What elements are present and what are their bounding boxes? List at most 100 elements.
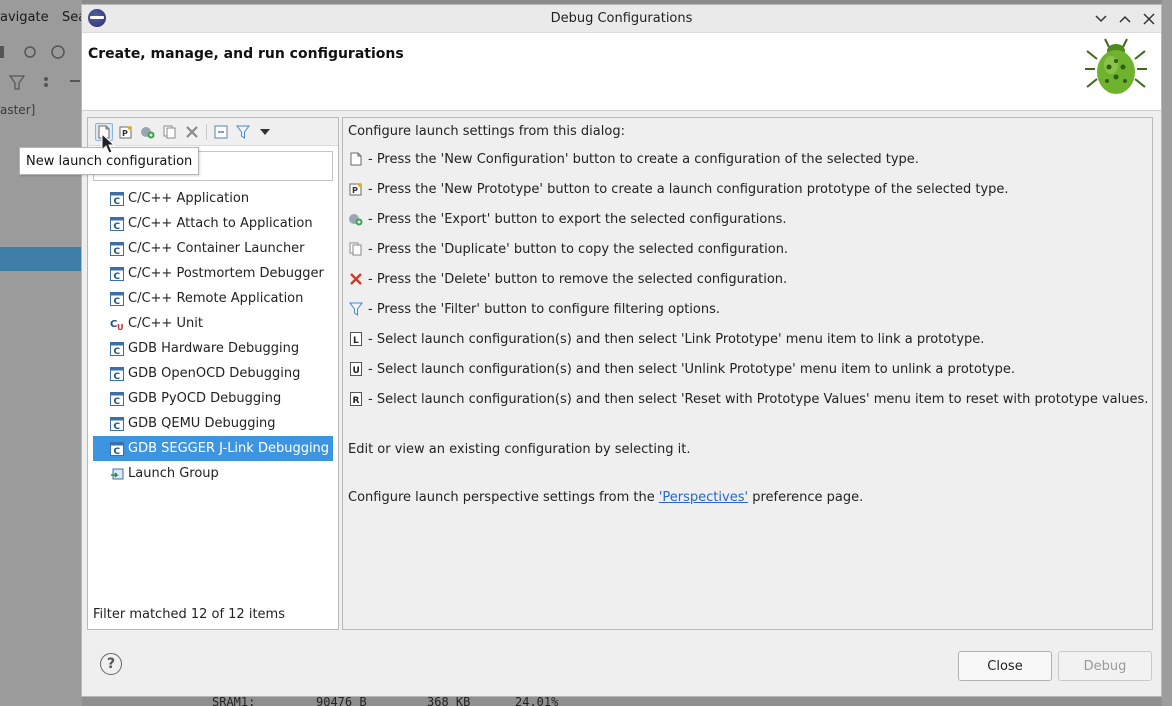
tree-item-label: GDB OpenOCD Debugging (128, 366, 301, 381)
tree-item[interactable]: C GDB OpenOCD Debugging (93, 361, 333, 386)
tree-item[interactable]: C C/C++ Postmortem Debugger (93, 261, 333, 286)
c-app-icon: C (110, 341, 124, 357)
dialog-heading: Create, manage, and run configurations (88, 46, 404, 62)
background-selection (0, 247, 82, 271)
tree-item[interactable]: Launch Group (93, 461, 333, 486)
c-app-icon: C (110, 441, 124, 457)
view-menu-button[interactable] (256, 123, 274, 141)
svg-text:C: C (114, 197, 121, 206)
instruction-text: - Press the 'New Configuration' button t… (368, 151, 919, 167)
perspectives-link[interactable]: 'Perspectives' (659, 490, 748, 505)
tree-item[interactable]: C GDB QEMU Debugging (93, 411, 333, 436)
svg-text:C: C (114, 447, 121, 456)
launch-group-icon (110, 467, 124, 481)
duplicate-button[interactable] (161, 123, 179, 141)
tree-item-label: C/C++ Remote Application (128, 291, 304, 306)
intro-text: Configure launch settings from this dial… (348, 124, 625, 139)
instruction-text: - Press the 'New Prototype' button to cr… (368, 181, 1009, 197)
c-app-icon: C (110, 416, 124, 432)
minimize-button[interactable] (1092, 10, 1110, 28)
tree-item-label: C/C++ Postmortem Debugger (128, 266, 324, 281)
tree-item[interactable]: C U C/C++ Unit (93, 311, 333, 336)
instruction-text: - Press the 'Filter' button to configure… (368, 301, 721, 317)
collapse-all-icon (214, 125, 228, 139)
background-console-text: SRAM1: (212, 697, 256, 706)
unlink-prototype-icon: U (348, 361, 364, 377)
dialog-header: Create, manage, and run configurations (82, 33, 1161, 111)
c-app-icon: C (110, 216, 124, 232)
filter-icon (236, 125, 250, 139)
title-bar[interactable]: Debug Configurations (82, 5, 1161, 33)
svg-text:C: C (114, 372, 121, 381)
debug-button[interactable]: Debug (1058, 651, 1152, 681)
tree-item-label: GDB SEGGER J-Link Debugging (128, 441, 330, 456)
tree-item-label: C/C++ Container Launcher (128, 241, 305, 256)
instruction-text: - Press the 'Export' button to export th… (368, 211, 787, 227)
new-prototype-icon: P (119, 126, 132, 139)
tree-item[interactable]: C C/C++ Remote Application (93, 286, 333, 311)
export-icon (348, 211, 364, 227)
background-toolbar (0, 40, 82, 66)
instruction-line: U - Select launch configuration(s) and th… (348, 361, 1015, 377)
svg-text:C: C (114, 347, 121, 356)
tree-item[interactable]: C C/C++ Application (93, 186, 333, 211)
filter-status: Filter matched 12 of 12 items (93, 607, 285, 622)
export-button[interactable] (139, 123, 157, 141)
duplicate-icon (348, 241, 364, 257)
c-app-icon: C (110, 191, 124, 207)
tree-item[interactable]: C GDB PyOCD Debugging (93, 386, 333, 411)
delete-icon (186, 126, 198, 138)
background-console-text: 24.01% (515, 697, 559, 706)
instruction-line: - Press the 'Export' button to export th… (348, 211, 787, 227)
instruction-line: L - Select launch configuration(s) and th… (348, 331, 984, 347)
tree-item[interactable]: C GDB SEGGER J-Link Debugging (93, 436, 333, 461)
background-right-strip (1162, 0, 1172, 706)
link-prototype-icon: L (348, 331, 364, 347)
background-console: SRAM1: 90476 B 368 KB 24.01% (82, 697, 1162, 706)
debug-bug-icon (1085, 38, 1147, 94)
new-prototype-button[interactable]: P (117, 123, 135, 141)
close-window-button[interactable] (1140, 10, 1158, 28)
perspective-prefix: Configure launch perspective settings fr… (348, 490, 659, 505)
svg-text:C: C (114, 222, 121, 231)
instruction-text: - Select launch configuration(s) and the… (368, 331, 985, 347)
tree-item[interactable]: C C/C++ Attach to Application (93, 211, 333, 236)
mouse-cursor-icon (101, 133, 116, 154)
tree-item-label: GDB QEMU Debugging (128, 416, 276, 431)
filter-button[interactable] (234, 123, 252, 141)
svg-text:U: U (117, 323, 124, 331)
c-unit-icon: CU (110, 317, 124, 332)
instruction-text: - Press the 'Duplicate' button to copy t… (368, 241, 789, 257)
maximize-button[interactable] (1116, 10, 1134, 28)
delete-button[interactable] (183, 123, 201, 141)
dialog-title: Debug Configurations (550, 11, 693, 26)
instruction-text: - Select launch configuration(s) and the… (368, 361, 1015, 377)
new-config-icon (348, 151, 364, 167)
tree-item-label: C/C++ Application (128, 191, 250, 206)
instruction-line: R - Select launch configuration(s) and th… (348, 391, 1148, 407)
tree-item[interactable]: C GDB Hardware Debugging (93, 336, 333, 361)
debug-configurations-dialog: Debug Configurations Create, manage, and… (81, 4, 1162, 697)
close-button[interactable]: Close (958, 651, 1052, 681)
svg-text:P: P (352, 186, 358, 195)
configuration-tree-panel: P C C/C++ Application (87, 117, 339, 630)
svg-text:C: C (114, 297, 121, 306)
svg-text:R: R (353, 396, 360, 406)
help-button[interactable]: ? (100, 653, 122, 675)
configuration-toolbar: P (88, 118, 338, 146)
instruction-line: - Press the 'Duplicate' button to copy t… (348, 241, 788, 257)
background-menu-navigate: avigate (0, 10, 49, 25)
tree-item-label: C/C++ Unit (128, 316, 203, 331)
tooltip-text: New launch configuration (26, 153, 193, 169)
svg-text:C: C (114, 397, 121, 406)
tree-item[interactable]: C C/C++ Container Launcher (93, 236, 333, 261)
tree-item-label: Launch Group (128, 466, 219, 481)
background-branch-label: aster] (0, 103, 36, 117)
edit-text: Edit or view an existing configuration b… (348, 442, 691, 457)
background-toolbar-2 (0, 70, 82, 96)
collapse-all-button[interactable] (212, 123, 230, 141)
triangle-down-icon (260, 129, 270, 135)
chevron-up-icon (1119, 15, 1131, 23)
svg-text:L: L (353, 336, 359, 346)
svg-text:C: C (114, 422, 121, 431)
